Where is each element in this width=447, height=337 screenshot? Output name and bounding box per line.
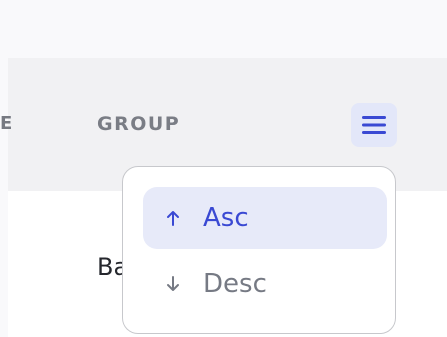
menu-icon bbox=[362, 116, 386, 134]
column-header-group[interactable]: GROUP bbox=[97, 112, 180, 136]
sort-asc-label: Asc bbox=[203, 203, 249, 233]
sort-desc-option[interactable]: Desc bbox=[143, 253, 387, 315]
top-strip bbox=[0, 0, 447, 58]
column-menu-button[interactable] bbox=[351, 103, 397, 147]
column-header-partial[interactable]: E bbox=[0, 112, 13, 136]
sort-asc-option[interactable]: Asc bbox=[143, 187, 387, 249]
sort-dropdown: Asc Desc bbox=[122, 166, 396, 334]
arrow-down-icon bbox=[143, 275, 203, 293]
arrow-up-icon bbox=[143, 209, 203, 227]
sort-desc-label: Desc bbox=[203, 269, 267, 299]
